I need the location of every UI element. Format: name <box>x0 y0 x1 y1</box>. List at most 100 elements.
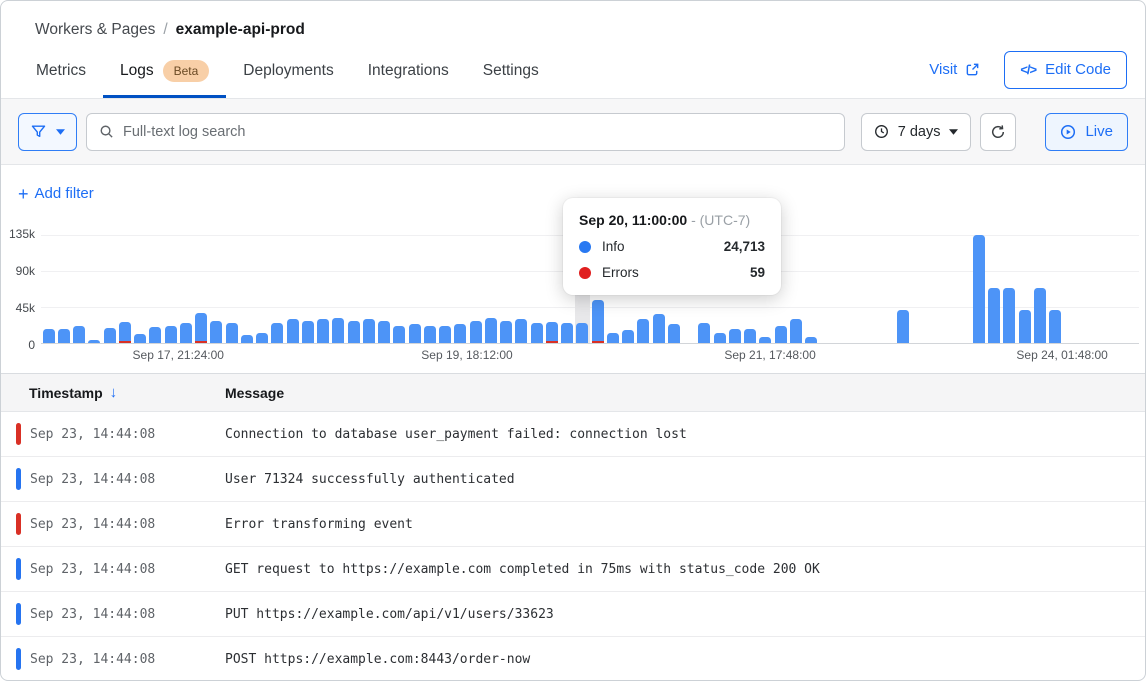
chart-bar[interactable] <box>58 329 70 343</box>
chart-bar[interactable] <box>637 319 649 343</box>
chart-bar-slot[interactable] <box>407 235 422 343</box>
tab-logs[interactable]: Logs Beta <box>103 47 226 98</box>
chart-bar[interactable] <box>515 319 527 343</box>
chart-bar-slot[interactable] <box>895 235 910 343</box>
chart-bar-slot[interactable] <box>788 235 803 343</box>
chart-bar[interactable] <box>302 321 314 343</box>
chart-bar[interactable] <box>576 323 588 343</box>
chart-bar[interactable] <box>531 323 543 343</box>
chart-bar-slot[interactable] <box>941 235 956 343</box>
chart-bar-slot[interactable] <box>483 235 498 343</box>
chart-bar[interactable] <box>287 319 299 343</box>
chart-bar-slot[interactable] <box>1017 235 1032 343</box>
chart-bar[interactable] <box>744 329 756 343</box>
chart-bar-slot[interactable] <box>453 235 468 343</box>
chart-bar[interactable] <box>393 326 405 343</box>
chart-bar[interactable] <box>561 323 573 343</box>
chart-bar[interactable] <box>592 300 604 343</box>
chart-bar[interactable] <box>271 323 283 343</box>
chart-bar[interactable] <box>500 321 512 343</box>
chart-bar[interactable] <box>363 319 375 343</box>
chart-bar[interactable] <box>332 318 344 343</box>
chart-bar-slot[interactable] <box>926 235 941 343</box>
chart-bar-slot[interactable] <box>987 235 1002 343</box>
chart-bar-slot[interactable] <box>224 235 239 343</box>
chart-bar-slot[interactable] <box>392 235 407 343</box>
chart-bar[interactable] <box>165 326 177 343</box>
chart-bar[interactable] <box>485 318 497 343</box>
chart-bar[interactable] <box>805 337 817 343</box>
chart-bar-slot[interactable] <box>1048 235 1063 343</box>
chart-bar-slot[interactable] <box>194 235 209 343</box>
chart-bar-slot[interactable] <box>865 235 880 343</box>
chart-bar[interactable] <box>714 333 726 343</box>
table-row[interactable]: Sep 23, 14:44:08POST https://example.com… <box>1 637 1145 681</box>
chart-bar-slot[interactable] <box>971 235 986 343</box>
chart-bar-slot[interactable] <box>163 235 178 343</box>
chart-bar-slot[interactable] <box>285 235 300 343</box>
chart-bar-slot[interactable] <box>910 235 925 343</box>
chart-bar[interactable] <box>454 324 466 343</box>
chart-bar[interactable] <box>668 324 680 343</box>
chart-bar-slot[interactable] <box>117 235 132 343</box>
chart-bar[interactable] <box>897 310 909 343</box>
chart-bar[interactable] <box>409 324 421 343</box>
chart-bar-slot[interactable] <box>1002 235 1017 343</box>
chart-bar[interactable] <box>759 337 771 343</box>
chart-bar-slot[interactable] <box>849 235 864 343</box>
chart-bar-slot[interactable] <box>1124 235 1139 343</box>
chart-bar-slot[interactable] <box>438 235 453 343</box>
chart-bar-slot[interactable] <box>300 235 315 343</box>
chart-bar-slot[interactable] <box>72 235 87 343</box>
chart-bar-slot[interactable] <box>346 235 361 343</box>
chart-bar[interactable] <box>378 321 390 343</box>
chart-bar-slot[interactable] <box>834 235 849 343</box>
chart-bar[interactable] <box>241 335 253 343</box>
tab-metrics[interactable]: Metrics <box>19 47 103 98</box>
chart-bar-slot[interactable] <box>529 235 544 343</box>
chart-bar[interactable] <box>119 322 131 343</box>
chart-bar-slot[interactable] <box>331 235 346 343</box>
chart-bar[interactable] <box>43 329 55 343</box>
filter-menu-button[interactable] <box>18 113 77 151</box>
chart-bar-slot[interactable] <box>1032 235 1047 343</box>
chart-bar-slot[interactable] <box>133 235 148 343</box>
chart-bar-slot[interactable] <box>377 235 392 343</box>
table-row[interactable]: Sep 23, 14:44:08GET request to https://e… <box>1 547 1145 592</box>
chart-bar[interactable] <box>195 313 207 343</box>
chart-bar[interactable] <box>622 330 634 343</box>
chart-bar-slot[interactable] <box>1078 235 1093 343</box>
chart-bar-slot[interactable] <box>804 235 819 343</box>
chart-bar[interactable] <box>348 321 360 343</box>
chart-bar-slot[interactable] <box>422 235 437 343</box>
chart-bar-slot[interactable] <box>148 235 163 343</box>
time-range-dropdown[interactable]: 7 days <box>861 113 972 151</box>
chart-bar[interactable] <box>607 333 619 343</box>
chart-bar-slot[interactable] <box>56 235 71 343</box>
edit-code-button[interactable]: </> Edit Code <box>1004 51 1127 89</box>
chart-bar[interactable] <box>149 327 161 343</box>
chart-bar[interactable] <box>988 288 1000 343</box>
chart-bar[interactable] <box>88 340 100 343</box>
chart-bar[interactable] <box>226 323 238 343</box>
chart-bar[interactable] <box>317 319 329 343</box>
chart-bar[interactable] <box>775 326 787 343</box>
search-input[interactable] <box>123 124 832 140</box>
chart-bar[interactable] <box>1034 288 1046 343</box>
chart-bar[interactable] <box>790 319 802 343</box>
chart-bar[interactable] <box>73 326 85 343</box>
chart-bar-slot[interactable] <box>41 235 56 343</box>
visit-link[interactable]: Visit <box>929 61 980 78</box>
chart-bar[interactable] <box>698 323 710 343</box>
chart-bar-slot[interactable] <box>1109 235 1124 343</box>
chart-bar[interactable] <box>104 328 116 343</box>
chart-bar[interactable] <box>1003 288 1015 343</box>
chart-bar-slot[interactable] <box>499 235 514 343</box>
chart-bar-slot[interactable] <box>880 235 895 343</box>
chart-bar[interactable] <box>729 329 741 343</box>
chart-bar[interactable] <box>653 314 665 343</box>
table-row[interactable]: Sep 23, 14:44:08User 71324 successfully … <box>1 457 1145 502</box>
breadcrumb-section[interactable]: Workers & Pages <box>35 21 155 39</box>
chart-bar[interactable] <box>210 321 222 343</box>
chart-bar-slot[interactable] <box>361 235 376 343</box>
